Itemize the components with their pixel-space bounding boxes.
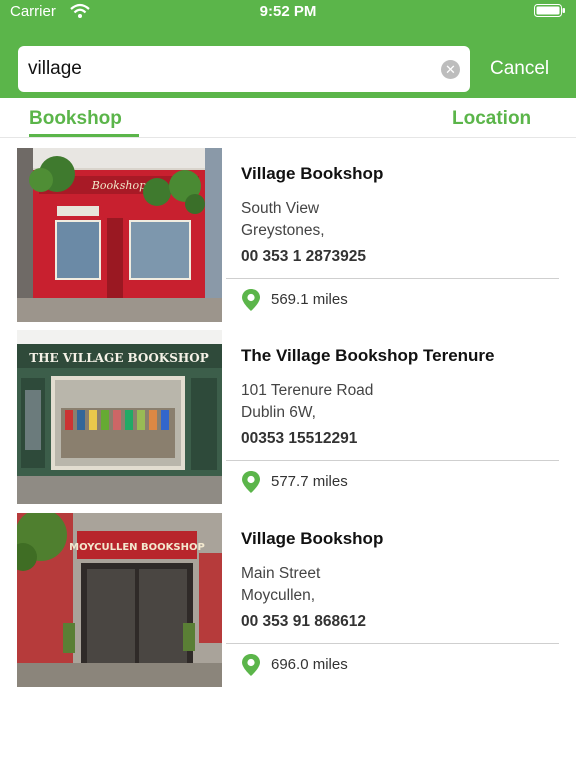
row-divider (226, 460, 559, 461)
phone-number[interactable]: 00 353 91 868612 (241, 613, 366, 631)
result-item[interactable]: Bookshop Village Bookshop South View Gre… (17, 148, 559, 322)
location-pin-icon (241, 653, 261, 677)
address-line: South View (241, 200, 320, 217)
shop-name: The Village Bookshop Terenure (241, 346, 495, 365)
shop-sign: THE VILLAGE BOOKSHOP (29, 351, 208, 365)
tab-divider (0, 137, 576, 138)
address-line: Main Street (241, 565, 321, 582)
address-line: Greystones, (241, 222, 325, 239)
location-pin-icon (241, 470, 261, 494)
shop-name: Village Bookshop (241, 529, 384, 548)
address-line: 101 Terenure Road (241, 382, 374, 399)
result-item[interactable]: THE VILLAGE BOOKSHOP The Village Booksho… (17, 330, 559, 504)
clear-icon[interactable]: ✕ (441, 60, 460, 79)
shop-photo: Bookshop (17, 148, 222, 322)
shop-photo: THE VILLAGE BOOKSHOP (17, 330, 222, 504)
shop-sign: MOYCULLEN BOOKSHOP (69, 542, 205, 553)
clock: 9:52 PM (259, 3, 317, 20)
shop-sign: Bookshop (91, 179, 146, 192)
battery-icon (534, 4, 566, 17)
tab-location[interactable]: Location (452, 108, 531, 130)
address-line: Dublin 6W, (241, 404, 316, 421)
result-item[interactable]: MOYCULLEN BOOKSHOP Village Bookshop Main… (17, 513, 559, 687)
phone-number[interactable]: 00 353 1 2873925 (241, 248, 366, 266)
shop-name: Village Bookshop (241, 164, 384, 183)
search-input[interactable]: village ✕ (18, 46, 470, 92)
distance-label: 569.1 miles (271, 291, 348, 308)
cancel-button[interactable]: Cancel (490, 58, 549, 80)
search-value: village (28, 58, 82, 79)
header-bar: Carrier 9:52 PM village ✕ Cancel (0, 0, 576, 98)
address-line: Moycullen, (241, 587, 316, 604)
row-divider (226, 643, 559, 644)
distance-label: 577.7 miles (271, 473, 348, 490)
phone-number[interactable]: 00353 15512291 (241, 430, 357, 448)
location-pin-icon (241, 288, 261, 312)
shop-photo: MOYCULLEN BOOKSHOP (17, 513, 222, 687)
tab-bookshop[interactable]: Bookshop (29, 108, 122, 130)
row-divider (226, 278, 559, 279)
status-bar: Carrier 9:52 PM (0, 0, 576, 24)
distance-label: 696.0 miles (271, 656, 348, 673)
